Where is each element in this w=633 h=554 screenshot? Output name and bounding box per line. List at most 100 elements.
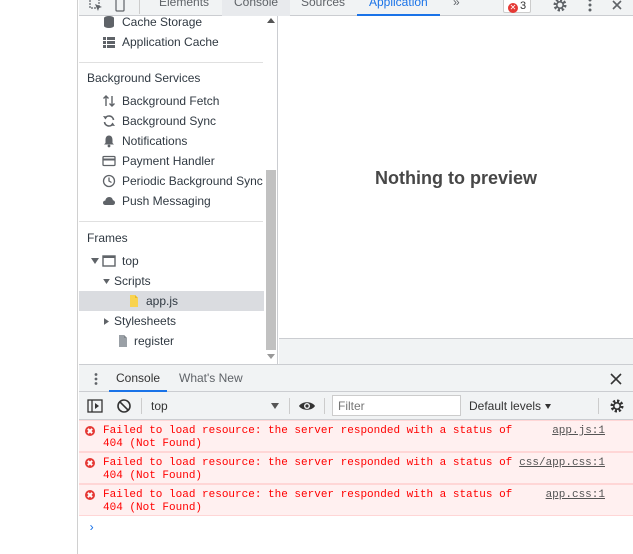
scrollbar-thumb[interactable] xyxy=(266,170,276,350)
drawer-menu-icon[interactable] xyxy=(89,371,103,387)
console-prompt[interactable]: › xyxy=(88,521,95,535)
sidebar-item-label: top xyxy=(122,254,139,268)
drawer-tab-whats-new[interactable]: What's New xyxy=(172,365,250,392)
error-icon: ✕ xyxy=(508,3,518,13)
sidebar-item-stylesheets[interactable]: Stylesheets xyxy=(79,311,264,331)
tab-sources[interactable]: Sources xyxy=(289,0,357,16)
dropdown-arrow-icon[interactable] xyxy=(271,403,279,409)
toolbar-divider xyxy=(139,0,140,14)
console-settings-gear-icon[interactable] xyxy=(609,398,625,414)
more-options-icon[interactable] xyxy=(582,0,598,13)
close-devtools-icon[interactable] xyxy=(609,0,625,13)
sidebar-item-label: Notifications xyxy=(122,134,188,148)
sidebar-item-payment-handler[interactable]: Payment Handler xyxy=(79,151,264,171)
inspect-element-icon[interactable] xyxy=(89,0,103,12)
script-file-icon xyxy=(130,295,138,307)
tab-application[interactable]: Application xyxy=(357,0,440,16)
sidebar-item-application-cache[interactable]: Application Cache xyxy=(79,32,264,52)
expand-arrow-icon[interactable] xyxy=(103,279,110,284)
sidebar-item-cache-storage[interactable]: Cache Storage xyxy=(79,16,264,32)
application-sidebar: Cache Storage Application Cache Backgrou… xyxy=(79,16,278,364)
sidebar-item-push-messaging[interactable]: Push Messaging xyxy=(79,191,264,211)
empty-preview-message: Nothing to preview xyxy=(375,168,537,188)
sidebar-item-notifications[interactable]: Notifications xyxy=(79,131,264,151)
section-header-frames: Frames xyxy=(87,231,128,245)
sidebar-item-label: Periodic Background Sync xyxy=(122,174,263,188)
sidebar-item-label: Push Messaging xyxy=(122,194,211,208)
sidebar-item-label: Payment Handler xyxy=(122,154,215,168)
toolbar-divider xyxy=(289,398,290,414)
toolbar-divider xyxy=(141,398,142,414)
sidebar-item-periodic-background-sync[interactable]: Periodic Background Sync xyxy=(79,171,264,191)
console-messages: Failed to load resource: the server resp… xyxy=(79,420,633,554)
sidebar-item-frame-top[interactable]: top xyxy=(79,251,264,271)
sync-icon xyxy=(103,115,115,127)
sidebar-item-register[interactable]: register xyxy=(79,331,264,351)
error-text: Failed to load resource: the server resp… xyxy=(103,457,513,482)
close-drawer-icon[interactable] xyxy=(609,372,623,386)
sidebar-item-label: register xyxy=(134,334,175,348)
collapse-arrow-icon[interactable] xyxy=(104,318,109,325)
dropdown-arrow-icon xyxy=(545,404,552,409)
error-icon xyxy=(85,490,95,500)
eye-icon[interactable] xyxy=(298,399,316,413)
error-text: Failed to load resource: the server resp… xyxy=(103,489,513,514)
console-error-message[interactable]: Failed to load resource: the server resp… xyxy=(79,420,633,452)
source-link[interactable]: app.css:1 xyxy=(546,489,605,502)
sidebar-item-label: Stylesheets xyxy=(114,314,177,328)
page-blank-area xyxy=(0,0,78,554)
error-count: 3 xyxy=(520,0,527,12)
sidebar-item-label: Background Sync xyxy=(122,114,217,128)
log-levels-dropdown[interactable]: Default levels xyxy=(469,396,552,416)
drawer-tab-console[interactable]: Console xyxy=(109,365,168,392)
frame-window-icon xyxy=(102,255,116,267)
tab-elements[interactable]: Elements xyxy=(147,0,221,16)
preview-footer xyxy=(279,338,633,364)
error-text: Failed to load resource: the server resp… xyxy=(103,425,513,450)
arrows-updown-icon xyxy=(103,95,115,107)
console-error-message[interactable]: Failed to load resource: the server resp… xyxy=(79,452,633,484)
clock-icon xyxy=(102,174,116,188)
tab-console[interactable]: Console xyxy=(222,0,291,16)
sidebar-item-background-sync[interactable]: Background Sync xyxy=(79,111,264,131)
cloud-icon xyxy=(103,197,115,205)
bell-icon xyxy=(104,135,114,148)
card-icon xyxy=(102,155,116,167)
sidebar-item-label: Cache Storage xyxy=(122,16,203,29)
more-tabs-button[interactable]: » xyxy=(441,0,472,16)
sidebar-item-label: Background Fetch xyxy=(122,94,220,108)
context-selector[interactable]: top xyxy=(145,396,281,416)
section-divider xyxy=(79,62,263,63)
sidebar-item-appjs[interactable]: app.js xyxy=(79,291,264,311)
drawer-tab-bar: Console What's New xyxy=(79,364,633,392)
filter-input[interactable] xyxy=(332,395,461,416)
main-tab-bar: Elements Console Sources Application » ✕… xyxy=(79,0,633,16)
toolbar-divider xyxy=(324,398,325,414)
scroll-up-arrow-icon[interactable] xyxy=(267,18,275,23)
error-icon xyxy=(85,458,95,468)
grid-icon xyxy=(103,37,115,48)
device-toolbar-icon[interactable] xyxy=(113,0,127,12)
sidebar-item-background-fetch[interactable]: Background Fetch xyxy=(79,91,264,111)
source-link[interactable]: app.js:1 xyxy=(552,425,605,438)
console-toolbar: top Default levels xyxy=(79,392,633,420)
source-link[interactable]: css/app.css:1 xyxy=(519,457,605,470)
section-divider xyxy=(79,221,263,222)
error-count-badge[interactable]: ✕ 3 xyxy=(503,0,532,13)
clear-console-icon[interactable] xyxy=(116,398,132,414)
settings-gear-icon[interactable] xyxy=(552,0,568,13)
console-error-message[interactable]: Failed to load resource: the server resp… xyxy=(79,484,633,516)
error-icon xyxy=(85,426,95,436)
show-sidebar-icon[interactable] xyxy=(87,399,103,413)
sidebar-item-label: Scripts xyxy=(114,274,151,288)
sidebar-item-label: Application Cache xyxy=(122,35,219,49)
expand-arrow-icon[interactable] xyxy=(91,258,99,264)
scroll-down-arrow-icon[interactable] xyxy=(267,354,275,359)
document-file-icon xyxy=(119,335,127,347)
database-icon xyxy=(104,16,114,28)
sidebar-item-scripts[interactable]: Scripts xyxy=(79,271,264,291)
toolbar-divider xyxy=(598,398,599,414)
devtools-panel: Elements Console Sources Application » ✕… xyxy=(79,0,633,554)
preview-pane: Nothing to preview xyxy=(279,16,633,338)
sidebar-item-label: app.js xyxy=(146,294,179,308)
